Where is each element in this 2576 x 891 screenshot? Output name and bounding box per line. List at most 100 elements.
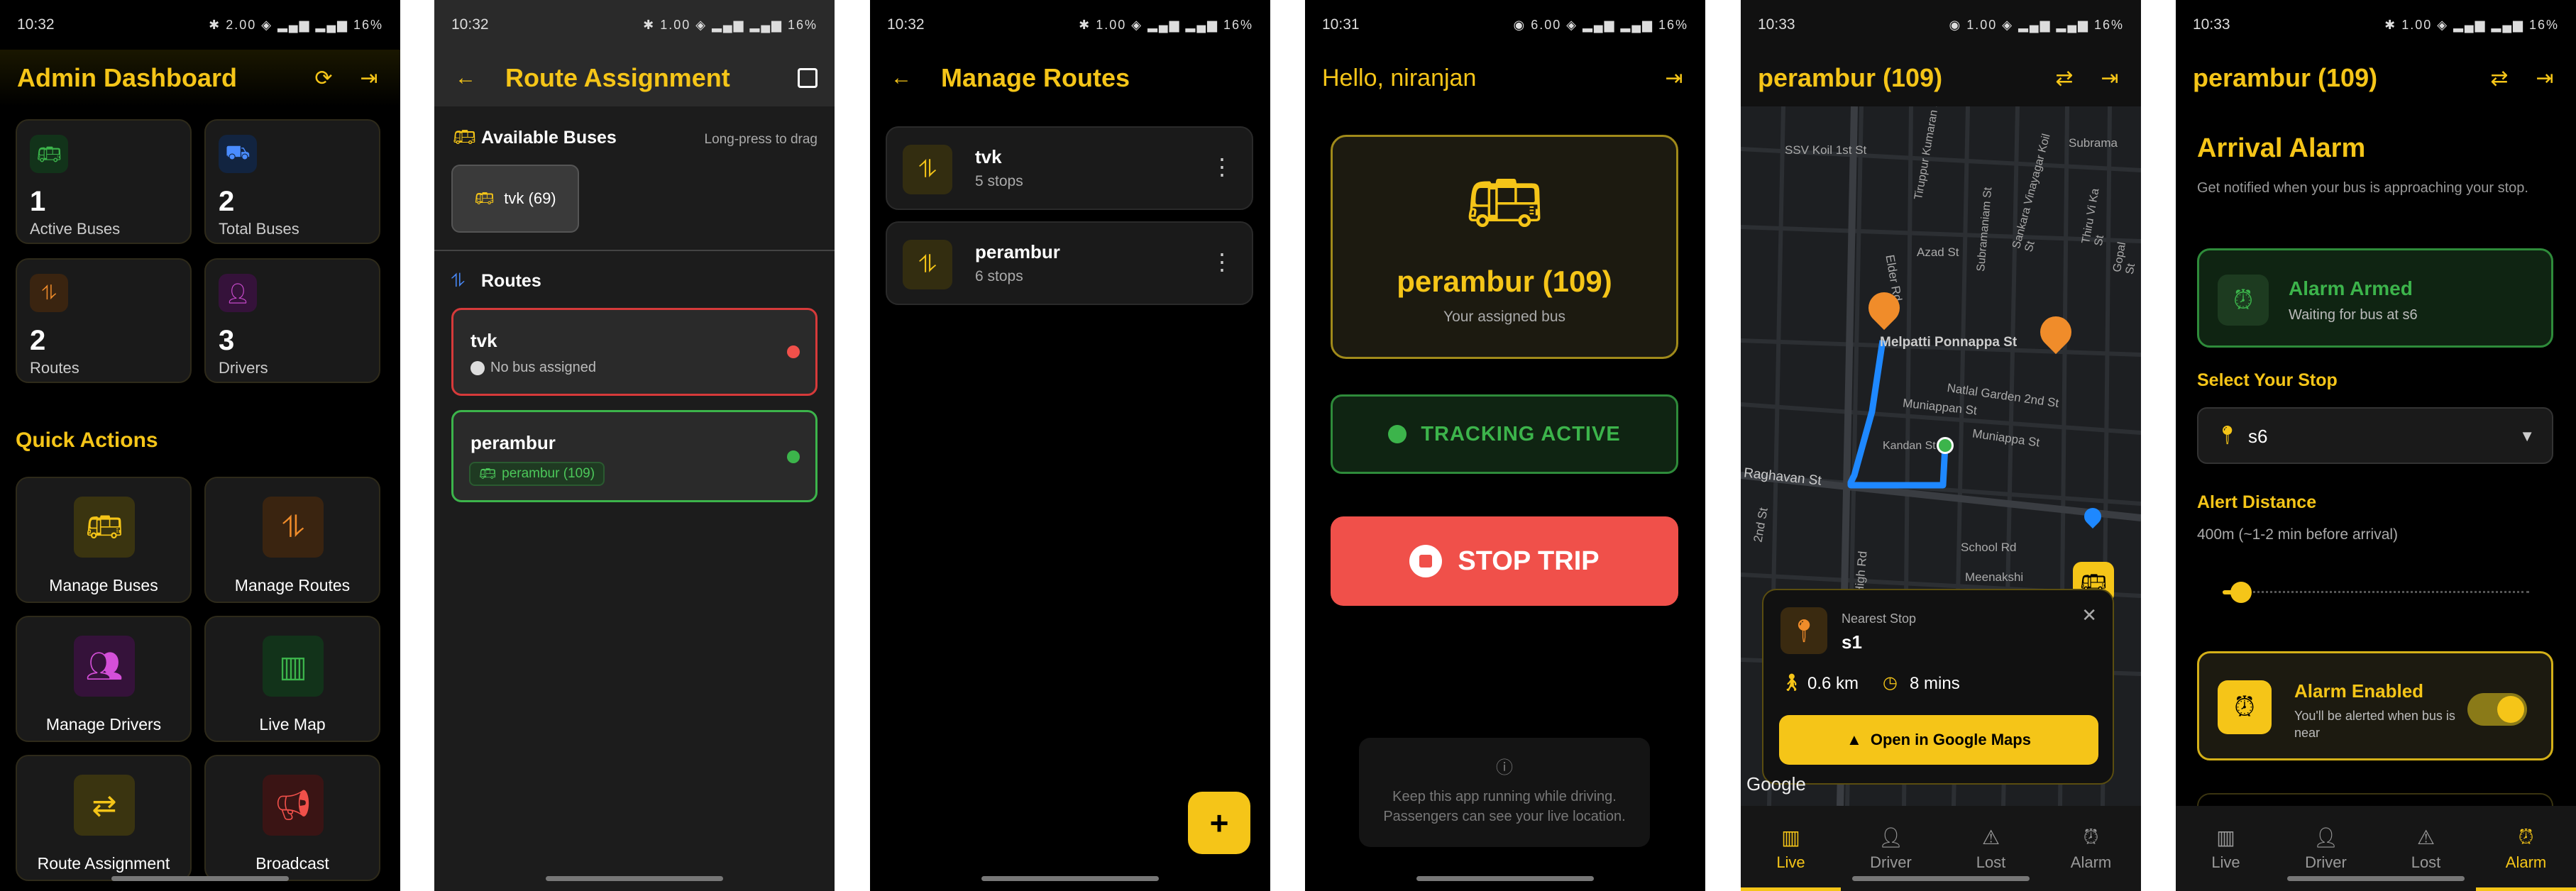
admin-dashboard-screen: 10:32 ✱ 2.00 ◈ ▂▄▆ ▂▄▆ 16% Admin Dashboa… [0, 0, 400, 891]
status-icons: ✱ 1.00 ◈ ▂▄▆ ▂▄▆ 16% [643, 17, 818, 32]
nav-label: Lost [1976, 853, 2006, 871]
action-label: Live Map [259, 715, 326, 734]
action-label: Manage Buses [49, 576, 158, 594]
location-pin-icon: 📍︎ [2216, 424, 2240, 446]
more-vert-icon[interactable]: ⋮ [1211, 153, 1233, 180]
slider-thumb[interactable] [2230, 582, 2252, 603]
route-status-text: No bus assigned [490, 360, 596, 375]
close-icon[interactable]: ✕ [2081, 604, 2097, 626]
enabled-subtitle: You'll be alerted when bus is near [2294, 709, 2455, 740]
refresh-icon[interactable]: ⟳ [309, 64, 338, 92]
group-icon: 👥︎ [74, 636, 135, 697]
add-route-fab[interactable]: + [1188, 792, 1250, 854]
warning-icon: ⚠︎ [2416, 826, 2435, 848]
back-arrow-icon[interactable]: ← [451, 64, 480, 92]
map-label: Azad St [1917, 245, 1959, 259]
stop-trip-button[interactable]: STOP TRIP [1331, 516, 1678, 606]
map-icon: ▥ [263, 636, 324, 697]
nav-label: Alarm [2070, 853, 2112, 871]
greeting: Hello, niranjan [1322, 64, 1477, 92]
bus-location-dot[interactable] [1937, 437, 1954, 454]
open-google-maps-label: Open in Google Maps [1870, 731, 2031, 748]
app-header: Hello, niranjan ⇥ [1305, 50, 1705, 106]
bus-subtitle: Your assigned bus [1443, 309, 1566, 325]
nav-label: Lost [2411, 853, 2441, 871]
nearest-stop-label: Nearest Stop [1842, 611, 1917, 626]
nearest-stop-name: s1 [1842, 631, 1862, 653]
info-icon: ⓘ [1496, 758, 1513, 777]
route-icon: ⥮ [903, 240, 952, 289]
swap-icon[interactable]: ⇄ [2050, 64, 2079, 92]
status-icons: ✱ 1.00 ◈ ▂▄▆ ▂▄▆ 16% [2384, 17, 2559, 32]
map-label: SSV Koil 1st St [1785, 143, 1867, 157]
status-dot-green [787, 450, 800, 463]
nav-live[interactable]: ▥ Live [2176, 806, 2276, 891]
map-view[interactable]: SSV Koil 1st St Subrama Azad St Elder Rd… [1741, 106, 2141, 806]
stat-label: Routes [30, 359, 79, 377]
back-arrow-icon[interactable]: ← [887, 64, 915, 92]
live-map-button[interactable]: ▥ Live Map [204, 616, 380, 742]
gesture-bar [1416, 876, 1594, 881]
broadcast-button[interactable]: 📢︎ Broadcast [204, 755, 380, 881]
page-title: perambur (109) [2193, 63, 2378, 92]
bus-name: perambur (109) [1397, 265, 1612, 298]
alert-distance-slider[interactable] [2223, 582, 2529, 603]
warning-icon: ⚠︎ [1981, 826, 2000, 848]
manage-buses-button[interactable]: 🚌︎ Manage Buses [16, 477, 192, 603]
app-header: Admin Dashboard ⟳ ⇥ [0, 50, 400, 106]
alarm-icon: ⏰︎ [2218, 680, 2272, 734]
status-time: 10:32 [17, 16, 55, 33]
status-time: 10:33 [2193, 16, 2230, 33]
route-drop-target-perambur[interactable]: perambur 🚌︎ perambur (109) [451, 410, 818, 502]
route-assignment-button[interactable]: ⇄ Route Assignment [16, 755, 192, 881]
slider-track [2223, 591, 2529, 594]
alert-distance-label: Alert Distance [2197, 492, 2317, 512]
logout-icon[interactable]: ⇥ [1660, 64, 1688, 92]
nav-alarm[interactable]: ⏰︎ Alarm [2041, 806, 2141, 891]
nav-live[interactable]: ▥ Live [1741, 806, 1841, 891]
stat-value: 2 [30, 325, 46, 356]
logout-icon[interactable]: ⇥ [2096, 64, 2124, 92]
swap-icon[interactable]: ⇄ [2485, 64, 2514, 92]
toggle-knob [2497, 696, 2524, 723]
app-header: ← Manage Routes [870, 50, 1270, 106]
drag-hint: Long-press to drag [704, 132, 818, 147]
google-logo: Google [1746, 773, 1806, 795]
manage-drivers-button[interactable]: 👥︎ Manage Drivers [16, 616, 192, 742]
route-list-item-perambur[interactable]: ⥮ perambur 6 stops ⋮ [886, 221, 1253, 305]
nav-label: Live [1776, 853, 1805, 871]
chevron-down-icon: ▼ [2519, 427, 2535, 445]
more-vert-icon[interactable]: ⋮ [1211, 248, 1233, 275]
swap-icon: ⇄ [74, 775, 135, 836]
route-drop-target-tvk[interactable]: tvk No bus assigned [451, 308, 818, 396]
stop-select-dropdown[interactable]: 📍︎ s6 ▼ [2197, 407, 2553, 464]
info-line-1: Keep this app running while driving. [1392, 789, 1617, 804]
nav-label: Driver [2305, 853, 2347, 871]
map-label: Melpatti Ponnappa St [1880, 335, 2018, 350]
arrival-alarm-screen: 10:33 ✱ 1.00 ◈ ▂▄▆ ▂▄▆ 16% perambur (109… [2176, 0, 2576, 891]
manage-routes-button[interactable]: ⥮ Manage Routes [204, 477, 380, 603]
logout-icon[interactable]: ⇥ [355, 64, 383, 92]
divider [434, 250, 835, 251]
route-icon: ⥮ [451, 270, 465, 291]
action-label: Broadcast [255, 854, 329, 873]
clock-icon: ◷ [1883, 673, 1898, 692]
stat-label: Total Buses [219, 220, 299, 238]
page-title: Route Assignment [505, 63, 730, 92]
select-stop-label: Select Your Stop [2197, 370, 2338, 390]
map-label: Subrama [2069, 136, 2118, 150]
stat-value: 2 [219, 186, 235, 217]
nav-label: Live [2211, 853, 2240, 871]
route-list-item-tvk[interactable]: ⥮ tvk 5 stops ⋮ [886, 126, 1253, 210]
nav-alarm[interactable]: ⏰︎ Alarm [2476, 806, 2576, 891]
bus-chip-draggable[interactable]: 🚌︎ tvk (69) [451, 165, 579, 233]
select-all-checkbox[interactable] [798, 68, 818, 88]
assigned-bus-chip[interactable]: 🚌︎ perambur (109) [469, 462, 605, 486]
open-google-maps-button[interactable]: ▲ Open in Google Maps [1779, 715, 2098, 765]
alarm-toggle[interactable] [2467, 693, 2527, 726]
logout-icon[interactable]: ⇥ [2531, 64, 2559, 92]
route-name: tvk [470, 330, 497, 351]
page-title: perambur (109) [1758, 63, 1943, 92]
route-icon: ⥮ [263, 497, 324, 558]
map-label: Kandan St [1883, 440, 1936, 452]
